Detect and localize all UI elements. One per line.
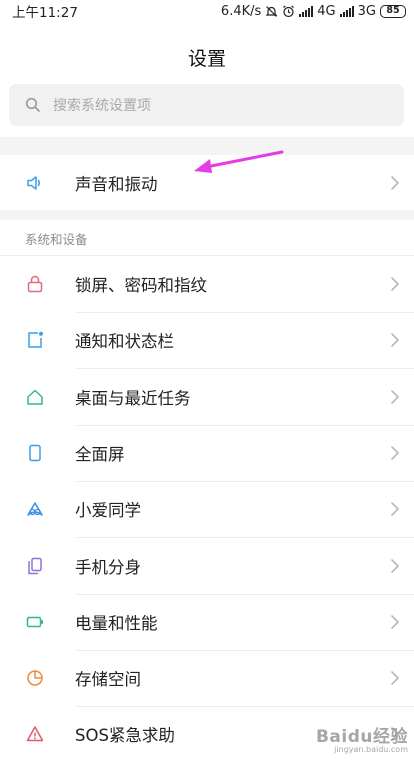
sos-icon <box>26 726 44 742</box>
section-header: 系统和设备 <box>25 232 88 247</box>
search-bar[interactable]: 搜索系统设置项 <box>9 84 404 126</box>
settings-item-label: 手机分身 <box>75 558 141 577</box>
chevron-right-icon <box>391 446 399 460</box>
dual-phone-icon <box>28 557 42 575</box>
settings-item-4[interactable]: 全面屏 <box>0 425 414 481</box>
lock-icon <box>27 275 43 293</box>
battery-icon <box>26 616 43 628</box>
chevron-right-icon <box>391 333 399 347</box>
settings-item-5[interactable]: 小爱同学 <box>0 481 414 537</box>
home-icon <box>27 389 43 405</box>
section-gap-2 <box>0 210 414 220</box>
alarm-clock-icon <box>283 5 295 17</box>
chevron-right-icon <box>391 502 399 516</box>
search-input-placeholder[interactable]: 搜索系统设置项 <box>53 95 151 115</box>
settings-item-label: 存储空间 <box>75 670 141 689</box>
settings-item-7[interactable]: 电量和性能 <box>0 594 414 650</box>
settings-item-label: SOS紧急求助 <box>75 726 175 745</box>
battery-indicator: 85 <box>380 4 406 18</box>
chevron-right-icon <box>391 277 399 291</box>
chevron-right-icon <box>391 559 399 573</box>
storage-pie-icon <box>27 670 43 686</box>
search-icon <box>25 97 40 112</box>
baidu-watermark-logo: Baidu经验 jingyan.baidu.com <box>316 722 408 754</box>
signal-icon-2 <box>339 5 354 17</box>
status-bar: 上午11:27 6.4K/s 4G 3G 85 <box>0 0 414 22</box>
settings-item-6[interactable]: 手机分身 <box>0 538 414 594</box>
net-speed: 6.4K/s <box>220 3 262 19</box>
settings-item-8[interactable]: 存储空间 <box>0 650 414 706</box>
settings-item-2[interactable]: 通知和状态栏 <box>0 312 414 368</box>
network-type-1: 4G <box>317 3 336 19</box>
settings-item-label: 小爱同学 <box>75 501 141 520</box>
chevron-right-icon <box>391 671 399 685</box>
chevron-right-icon <box>391 176 399 190</box>
arrow-annotation <box>194 150 284 173</box>
settings-item-3[interactable]: 桌面与最近任务 <box>0 369 414 425</box>
speaker-icon <box>27 176 40 190</box>
notification-icon <box>28 331 43 348</box>
status-time: 上午11:27 <box>12 5 78 21</box>
watermark-main: Baidu经验 <box>315 727 408 747</box>
settings-item-label: 全面屏 <box>75 445 125 464</box>
row-divider <box>0 255 414 256</box>
settings-item-label: 通知和状态栏 <box>75 332 174 351</box>
signal-icon <box>299 5 314 17</box>
status-icons: 6.4K/s 4G 3G 85 <box>221 4 406 19</box>
settings-item-label: 锁屏、密码和指纹 <box>75 276 207 295</box>
settings-item-label: 桌面与最近任务 <box>75 389 191 408</box>
settings-item-1[interactable]: 锁屏、密码和指纹 <box>0 256 414 312</box>
no-alarm-sound-icon <box>265 5 278 17</box>
xiaoai-icon <box>27 502 43 516</box>
network-type-2: 3G <box>357 3 376 19</box>
chevron-right-icon <box>391 390 399 404</box>
settings-item-label: 电量和性能 <box>75 614 158 633</box>
settings-item-label: 声音和振动 <box>75 175 158 194</box>
page-title: 设置 <box>187 48 226 70</box>
chevron-right-icon <box>391 615 399 629</box>
phone-icon <box>29 444 41 462</box>
